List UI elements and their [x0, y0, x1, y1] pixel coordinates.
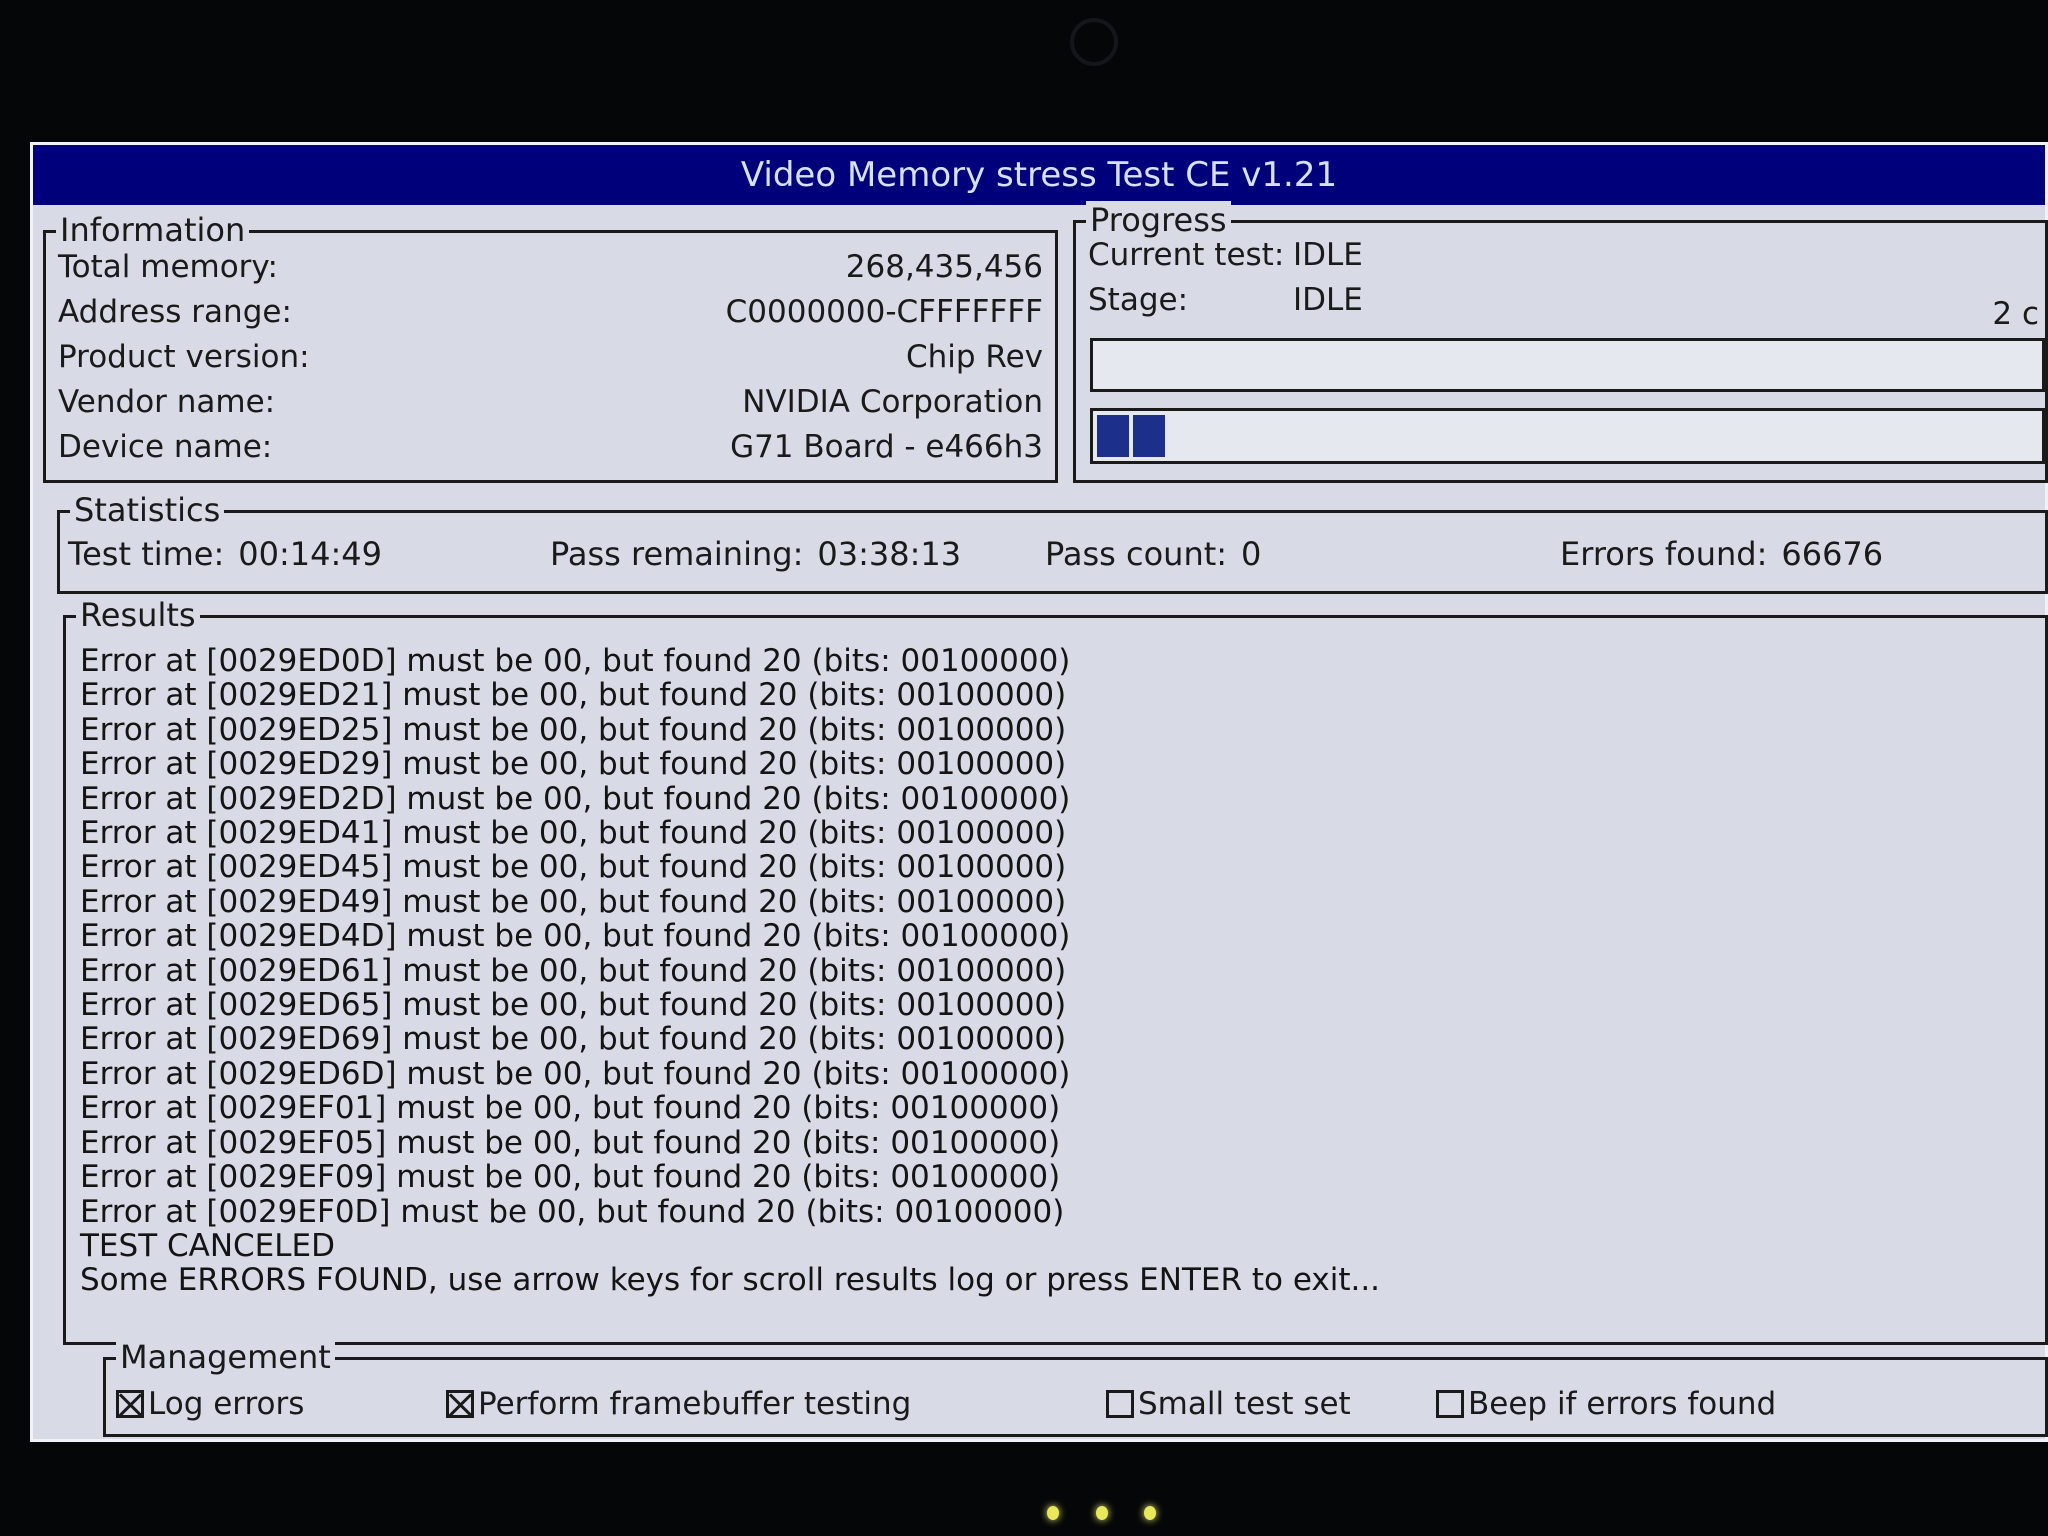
result-line: Error at [0029ED49] must be 00, but foun… — [80, 883, 1067, 920]
info-label: Product version: — [58, 339, 310, 375]
pass-count-label: Pass count: — [1045, 535, 1228, 573]
small-test-set-checkbox[interactable]: Small test set — [1106, 1386, 1351, 1422]
statistics-group: Statistics Test time: 00:14:49 Pass remai… — [57, 491, 2048, 594]
status-led-icon — [1047, 1506, 1059, 1520]
management-group: Management Log errors Perform framebuffe… — [103, 1338, 2048, 1437]
checkbox-unchecked-icon[interactable] — [1106, 1390, 1134, 1418]
pass-remaining: Pass remaining: 03:38:13 — [550, 535, 961, 573]
progress-group: Progress Current test: IDLE Stage: IDLE 2 … — [1073, 201, 2048, 483]
monitor-screen: Video Memory stress Test CE v1.21 Inform… — [0, 0, 2048, 1536]
progress-block — [1097, 415, 1129, 457]
info-value: C0000000-CFFFFFFF — [725, 294, 1043, 330]
errors-found-value: 66676 — [1781, 535, 1884, 573]
status-led-icon — [1144, 1506, 1156, 1520]
info-value: Chip Rev — [905, 339, 1043, 375]
pass-count-value: 0 — [1241, 535, 1262, 573]
result-line: Error at [0029ED6D] must be 00, but foun… — [80, 1055, 1071, 1092]
checkbox-checked-icon[interactable] — [116, 1390, 144, 1418]
status-led-icon — [1096, 1506, 1108, 1520]
info-row-vendor-name: Vendor name: NVIDIA Corporation — [58, 384, 1043, 429]
info-label: Device name: — [58, 429, 273, 465]
test-canceled-line: TEST CANCELED — [80, 1227, 335, 1264]
result-line: Error at [0029EF09] must be 00, but foun… — [80, 1159, 1061, 1196]
result-line: Error at [0029ED0D] must be 00, but foun… — [80, 643, 1071, 679]
result-line: Error at [0029ED29] must be 00, but foun… — [80, 746, 1067, 783]
framebuffer-testing-checkbox[interactable]: Perform framebuffer testing — [446, 1386, 911, 1422]
result-line: Error at [0029EF0D] must be 00, but foun… — [80, 1193, 1065, 1230]
test-time: Test time: 00:14:49 — [68, 535, 382, 573]
exit-hint-line: Some ERRORS FOUND, use arrow keys for sc… — [80, 1262, 1381, 1299]
info-label: Address range: — [58, 294, 292, 330]
errors-found: Errors found: 66676 — [1560, 535, 1883, 573]
result-line: Error at [0029ED69] must be 00, but foun… — [80, 1021, 1067, 1058]
progress-label: Progress — [1086, 201, 1231, 239]
result-line: Error at [0029ED21] must be 00, but foun… — [80, 677, 1067, 714]
beep-errors-label: Beep if errors found — [1468, 1386, 1777, 1422]
small-test-set-label: Small test set — [1138, 1386, 1351, 1422]
current-test-label: Current test: — [1088, 237, 1285, 273]
stage-row: Stage: IDLE — [1088, 282, 1363, 327]
results-group[interactable]: Results Error at [0029ED0D] must be 00, … — [63, 596, 2048, 1345]
info-row-product-version: Product version: Chip Rev — [58, 339, 1043, 384]
pass-remaining-label: Pass remaining: — [550, 535, 804, 573]
test-time-value: 00:14:49 — [238, 535, 382, 573]
webcam-icon — [1070, 18, 1118, 66]
info-label: Total memory: — [58, 249, 278, 285]
result-line: Error at [0029ED61] must be 00, but foun… — [80, 952, 1067, 989]
management-label: Management — [116, 1338, 335, 1376]
errors-found-label: Errors found: — [1560, 535, 1768, 573]
result-line: Error at [0029ED2D] must be 00, but foun… — [80, 780, 1071, 817]
information-group: Information Total memory: 268,435,456 Ad… — [43, 211, 1058, 483]
current-test-row: Current test: IDLE — [1088, 237, 1363, 282]
results-log[interactable]: Error at [0029ED0D] must be 00, but foun… — [80, 644, 2031, 1328]
checkbox-unchecked-icon[interactable] — [1436, 1390, 1464, 1418]
log-errors-checkbox[interactable]: Log errors — [116, 1386, 304, 1422]
checkbox-checked-icon[interactable] — [446, 1390, 474, 1418]
info-label: Vendor name: — [58, 384, 276, 420]
info-row-device-name: Device name: G71 Board - e466h3 — [58, 429, 1043, 474]
pass-remaining-value: 03:38:13 — [817, 535, 962, 573]
log-errors-label: Log errors — [148, 1386, 305, 1422]
result-line: Error at [0029EF01] must be 00, but foun… — [80, 1090, 1061, 1127]
stage-progress-bar — [1090, 338, 2045, 392]
statistics-label: Statistics — [70, 491, 225, 529]
info-row-address-range: Address range: C0000000-CFFFFFFF — [58, 294, 1043, 339]
info-value: 268,435,456 — [845, 249, 1043, 285]
test-time-label: Test time: — [68, 535, 225, 573]
info-row-total-memory: Total memory: 268,435,456 — [58, 249, 1043, 294]
window-title: Video Memory stress Test CE v1.21 — [33, 145, 2045, 205]
pass-count: Pass count: 0 — [1045, 535, 1261, 573]
result-line: Error at [0029ED25] must be 00, but foun… — [80, 711, 1067, 748]
result-line: Error at [0029ED41] must be 00, but foun… — [80, 815, 1067, 852]
beep-errors-checkbox[interactable]: Beep if errors found — [1436, 1386, 1776, 1422]
stage-label: Stage: — [1088, 282, 1189, 318]
current-test-value: IDLE — [1293, 237, 1363, 273]
results-label: Results — [76, 596, 200, 634]
overall-progress-bar — [1090, 408, 2045, 464]
result-line: Error at [0029ED4D] must be 00, but foun… — [80, 918, 1071, 955]
progress-right-text: 2 c — [1992, 296, 2039, 332]
information-label: Information — [56, 211, 250, 249]
stage-value: IDLE — [1293, 282, 1363, 318]
framebuffer-testing-label: Perform framebuffer testing — [478, 1386, 912, 1422]
progress-block — [1133, 415, 1165, 457]
result-line: Error at [0029EF05] must be 00, but foun… — [80, 1124, 1061, 1161]
info-value: NVIDIA Corporation — [742, 384, 1043, 420]
result-line: Error at [0029ED45] must be 00, but foun… — [80, 849, 1067, 886]
result-line: Error at [0029ED65] must be 00, but foun… — [80, 987, 1067, 1024]
app-window: Video Memory stress Test CE v1.21 Inform… — [30, 142, 2048, 1442]
info-value: G71 Board - e466h3 — [730, 429, 1043, 465]
